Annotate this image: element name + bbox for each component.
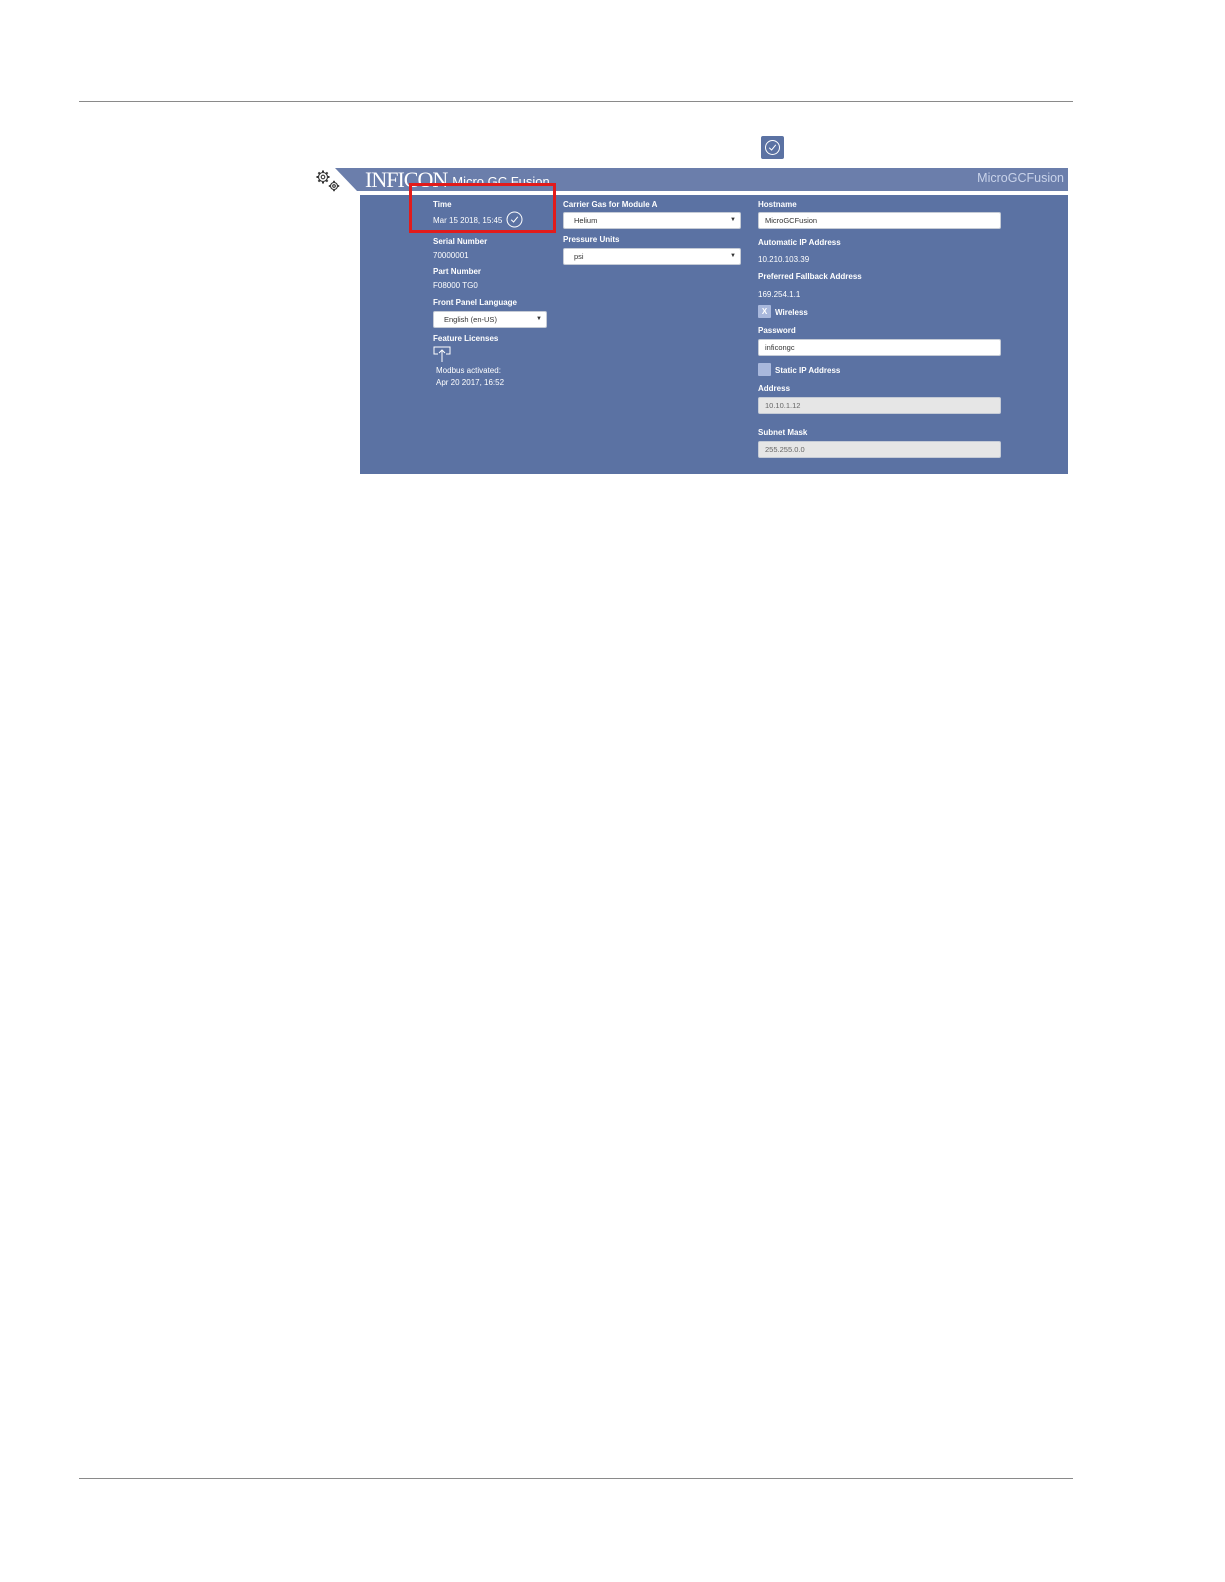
automatic-ip-label: Automatic IP Address [758,238,841,247]
bottom-rule [79,1478,1073,1479]
serial-number-label: Serial Number [433,237,488,246]
wireless-label: Wireless [775,308,808,317]
chevron-down-icon: ▼ [730,217,736,223]
pressure-units-select[interactable]: psi ▼ [563,248,741,265]
modbus-activated-date: Apr 20 2017, 16:52 [436,378,505,387]
top-rule [79,101,1073,102]
pressure-units-label: Pressure Units [563,235,620,244]
modbus-activated-label: Modbus activated: [436,366,501,375]
header-hostname: MicroGCFusion [977,171,1064,185]
feature-licenses-label: Feature Licenses [433,334,499,343]
hostname-label: Hostname [758,200,797,209]
static-ip-label: Static IP Address [775,366,841,375]
language-select[interactable]: English (en-US) ▼ [433,311,547,328]
chevron-down-icon: ▼ [536,316,542,322]
language-select-value: English (en-US) [444,315,497,324]
address-input[interactable]: 10.10.1.12 [758,397,1001,414]
subnet-mask-input[interactable]: 255.255.0.0 [758,441,1001,458]
carrier-gas-select[interactable]: Helium ▼ [563,212,741,229]
serial-number-value: 70000001 [433,251,469,260]
address-label: Address [758,384,791,393]
pressure-units-value: psi [574,252,584,261]
password-label: Password [758,326,796,335]
carrier-gas-value: Helium [574,216,598,225]
chevron-down-icon: ▼ [730,253,736,259]
hostname-input[interactable]: MicroGCFusion [758,212,1001,229]
part-number-label: Part Number [433,267,482,276]
time-highlight-box [409,183,556,233]
wireless-checkbox[interactable]: X [758,305,771,318]
automatic-ip-value: 10.210.103.39 [758,255,810,264]
carrier-gas-label: Carrier Gas for Module A [563,200,658,209]
part-number-value: F08000 TG0 [433,281,478,290]
upload-icon[interactable] [433,346,451,362]
clock-check-icon [761,136,784,159]
fallback-address-value: 169.254.1.1 [758,290,801,299]
settings-panel: Time Mar 15 2018, 15:45 Serial Number 70… [360,195,1068,474]
fallback-address-label: Preferred Fallback Address [758,272,862,281]
subnet-mask-label: Subnet Mask [758,428,808,437]
static-ip-checkbox[interactable] [758,363,771,376]
password-input[interactable]: inficongc [758,339,1001,356]
front-panel-language-label: Front Panel Language [433,298,518,307]
